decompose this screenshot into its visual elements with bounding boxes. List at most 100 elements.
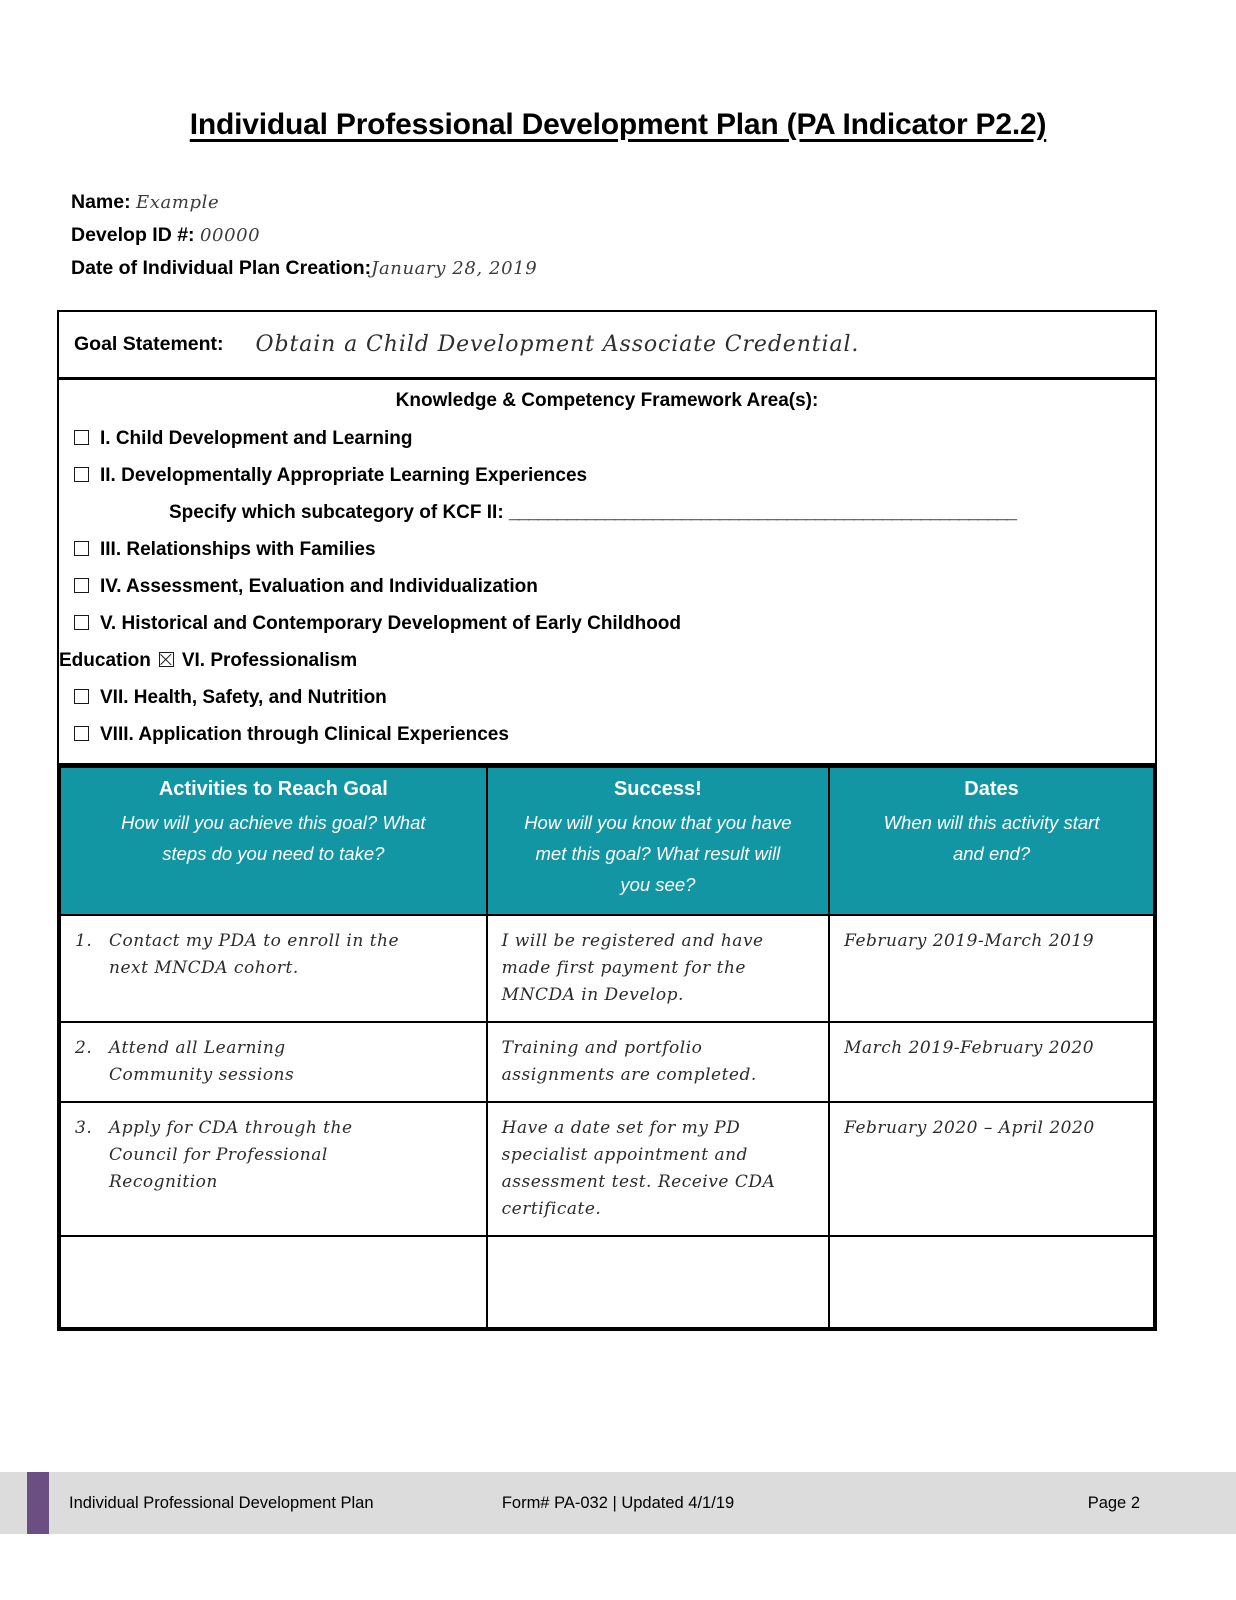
kcf-item-2-label: II. Developmentally Appropriate Learning… bbox=[100, 465, 588, 486]
name-value[interactable]: Example bbox=[136, 192, 219, 213]
page-title: Individual Professional Development Plan… bbox=[0, 108, 1236, 142]
column-header-success-subtitle-line-2: met this goal? What result will bbox=[535, 843, 781, 864]
row-1-success-line-3: MNCDA in Develop. bbox=[501, 985, 684, 1005]
goal-statement-row: Goal Statement: Obtain a Child Developme… bbox=[59, 312, 1155, 380]
row-3-activity-line-3: Recognition bbox=[109, 1172, 218, 1192]
column-header-dates-subtitle-line-1: When will this activity start bbox=[883, 812, 1100, 833]
activities-table: Activities to Reach Goal How will you ac… bbox=[59, 766, 1155, 1329]
kcf-item-3-label: III. Relationships with Families bbox=[100, 539, 376, 560]
row-4-dates-cell[interactable] bbox=[828, 1235, 1155, 1329]
page-footer: Individual Professional Development Plan… bbox=[0, 1472, 1236, 1534]
footer-center-text: Form# PA-032 | Updated 4/1/19 bbox=[501, 1494, 735, 1512]
row-3-dates-cell[interactable]: February 2020 – April 2020 bbox=[828, 1101, 1155, 1237]
checkbox-unchecked-icon[interactable] bbox=[74, 726, 89, 741]
page-title-text: Individual Professional Development Plan… bbox=[189, 108, 1047, 141]
kcf-subcategory-row: Specify which subcategory of KCF II: ___… bbox=[59, 494, 1155, 531]
kcf-item-4-label: IV. Assessment, Evaluation and Individua… bbox=[100, 576, 538, 597]
kcf-item-6[interactable]: Education VI. Professionalism bbox=[59, 642, 1155, 679]
creation-date-value[interactable]: January 28, 2019 bbox=[371, 258, 537, 279]
goal-statement-label: Goal Statement: bbox=[74, 333, 224, 355]
column-header-success-subtitle-line-1: How will you know that you have bbox=[524, 812, 792, 833]
kcf-heading: Knowledge & Competency Framework Area(s)… bbox=[395, 390, 819, 411]
kcf-item-8-label: VIII. Application through Clinical Exper… bbox=[100, 724, 509, 745]
row-1-number: 1. bbox=[75, 931, 93, 951]
row-4-activity-cell[interactable] bbox=[59, 1235, 488, 1329]
row-3-dates-line-1: February 2020 – April 2020 bbox=[844, 1118, 1095, 1138]
kcf-item-5-label: V. Historical and Contemporary Developme… bbox=[100, 613, 682, 634]
activities-table-header-row: Activities to Reach Goal How will you ac… bbox=[59, 766, 1155, 916]
row-2-dates-cell[interactable]: March 2019-February 2020 bbox=[828, 1021, 1155, 1103]
row-3-activity-cell[interactable]: 3. Apply for CDA through the Council for … bbox=[59, 1101, 488, 1237]
row-2-success-line-1: Training and portfolio bbox=[501, 1038, 703, 1058]
row-1-dates-cell[interactable]: February 2019-March 2019 bbox=[828, 914, 1155, 1023]
checkbox-unchecked-icon[interactable] bbox=[74, 689, 89, 704]
name-row: Name: Example bbox=[71, 186, 1171, 219]
kcf-item-6-label: VI. Professionalism bbox=[181, 650, 358, 671]
row-3-success-line-2: specialist appointment and bbox=[501, 1145, 748, 1165]
row-1-activity-line-1: Contact my PDA to enroll in the bbox=[109, 931, 400, 951]
row-2-success-line-2: assignments are completed. bbox=[501, 1065, 757, 1085]
row-2-activity-cell[interactable]: 2. Attend all Learning Community sessions bbox=[59, 1021, 488, 1103]
table-row: 3. Apply for CDA through the Council for … bbox=[59, 1101, 1155, 1237]
table-row: 2. Attend all Learning Community sessions… bbox=[59, 1021, 1155, 1103]
creation-date-label: Date of Individual Plan Creation: bbox=[71, 257, 372, 279]
kcf-item-3[interactable]: III. Relationships with Families bbox=[59, 531, 1155, 568]
goal-statement-value[interactable]: Obtain a Child Development Associate Cre… bbox=[256, 332, 860, 357]
row-3-activity-line-2: Council for Professional bbox=[109, 1145, 328, 1165]
kcf-section: Knowledge & Competency Framework Area(s)… bbox=[59, 380, 1155, 766]
row-3-activity-line-1: Apply for CDA through the bbox=[109, 1118, 353, 1138]
checkbox-unchecked-icon[interactable] bbox=[74, 615, 89, 630]
row-1-success-line-2: made first payment for the bbox=[501, 958, 746, 978]
kcf-subcategory-input-rule[interactable]: ________________________________________… bbox=[509, 502, 1017, 523]
develop-id-value[interactable]: 00000 bbox=[200, 225, 260, 246]
footer-page-number: Page 2 bbox=[1087, 1494, 1140, 1512]
column-header-activities-subtitle-line-1: How will you achieve this goal? What bbox=[121, 812, 426, 833]
column-header-success: Success! How will you know that you have… bbox=[485, 766, 831, 916]
creation-date-row: Date of Individual Plan Creation:January… bbox=[71, 252, 1171, 285]
column-header-success-subtitle-line-3: you see? bbox=[620, 874, 696, 895]
row-1-dates-line-1: February 2019-March 2019 bbox=[844, 931, 1095, 951]
row-3-success-line-1: Have a date set for my PD bbox=[501, 1118, 741, 1138]
column-header-activities-title: Activities to Reach Goal bbox=[158, 778, 388, 800]
column-header-activities: Activities to Reach Goal How will you ac… bbox=[59, 766, 488, 916]
row-4-success-cell[interactable] bbox=[485, 1235, 831, 1329]
column-header-dates-title: Dates bbox=[964, 778, 1019, 800]
identity-block: Name: Example Develop ID #: 00000 Date o… bbox=[71, 186, 1171, 285]
column-header-dates: Dates When will this activity start and … bbox=[828, 766, 1155, 916]
name-label: Name: bbox=[71, 191, 131, 213]
table-row bbox=[59, 1235, 1155, 1329]
kcf-item-2[interactable]: II. Developmentally Appropriate Learning… bbox=[59, 457, 1155, 494]
kcf-subcategory-label: Specify which subcategory of KCF II: bbox=[169, 502, 504, 523]
develop-id-row: Develop ID #: 00000 bbox=[71, 219, 1171, 252]
row-1-success-line-1: I will be registered and have bbox=[501, 931, 764, 951]
row-3-success-line-4: certificate. bbox=[501, 1199, 602, 1219]
row-2-number: 2. bbox=[75, 1038, 93, 1058]
kcf-item-1-label: I. Child Development and Learning bbox=[100, 428, 413, 449]
row-1-activity-cell[interactable]: 1. Contact my PDA to enroll in the next M… bbox=[59, 914, 488, 1023]
row-2-dates-line-1: March 2019-February 2020 bbox=[844, 1038, 1095, 1058]
kcf-item-1[interactable]: I. Child Development and Learning bbox=[59, 420, 1155, 457]
kcf-item-7-label: VII. Health, Safety, and Nutrition bbox=[100, 687, 387, 708]
column-header-dates-subtitle-line-2: and end? bbox=[952, 843, 1031, 864]
kcf-item-5[interactable]: V. Historical and Contemporary Developme… bbox=[59, 605, 1155, 642]
row-3-success-line-3: assessment test. Receive CDA bbox=[501, 1172, 776, 1192]
checkbox-unchecked-icon[interactable] bbox=[74, 541, 89, 556]
checkbox-unchecked-icon[interactable] bbox=[74, 467, 89, 482]
kcf-item-5-wrap-word: Education bbox=[59, 650, 151, 671]
row-3-number: 3. bbox=[75, 1118, 93, 1138]
checkbox-unchecked-icon[interactable] bbox=[74, 430, 89, 445]
row-2-activity-line-1: Attend all Learning bbox=[109, 1038, 286, 1058]
column-header-success-title: Success! bbox=[613, 778, 702, 800]
kcf-item-8[interactable]: VIII. Application through Clinical Exper… bbox=[59, 716, 1155, 753]
develop-id-label: Develop ID #: bbox=[71, 224, 195, 246]
row-3-success-cell[interactable]: Have a date set for my PD specialist app… bbox=[485, 1101, 831, 1237]
kcf-item-4[interactable]: IV. Assessment, Evaluation and Individua… bbox=[59, 568, 1155, 605]
kcf-item-7[interactable]: VII. Health, Safety, and Nutrition bbox=[59, 679, 1155, 716]
row-1-success-cell[interactable]: I will be registered and have made first… bbox=[485, 914, 831, 1023]
checkbox-checked-icon[interactable] bbox=[158, 652, 174, 667]
row-1-activity-line-2: next MNCDA cohort. bbox=[109, 958, 299, 978]
column-header-activities-subtitle-line-2: steps do you need to take? bbox=[162, 843, 385, 864]
checkbox-unchecked-icon[interactable] bbox=[74, 578, 89, 593]
form-box: Goal Statement: Obtain a Child Developme… bbox=[57, 310, 1157, 1331]
row-2-success-cell[interactable]: Training and portfolio assignments are c… bbox=[485, 1021, 831, 1103]
